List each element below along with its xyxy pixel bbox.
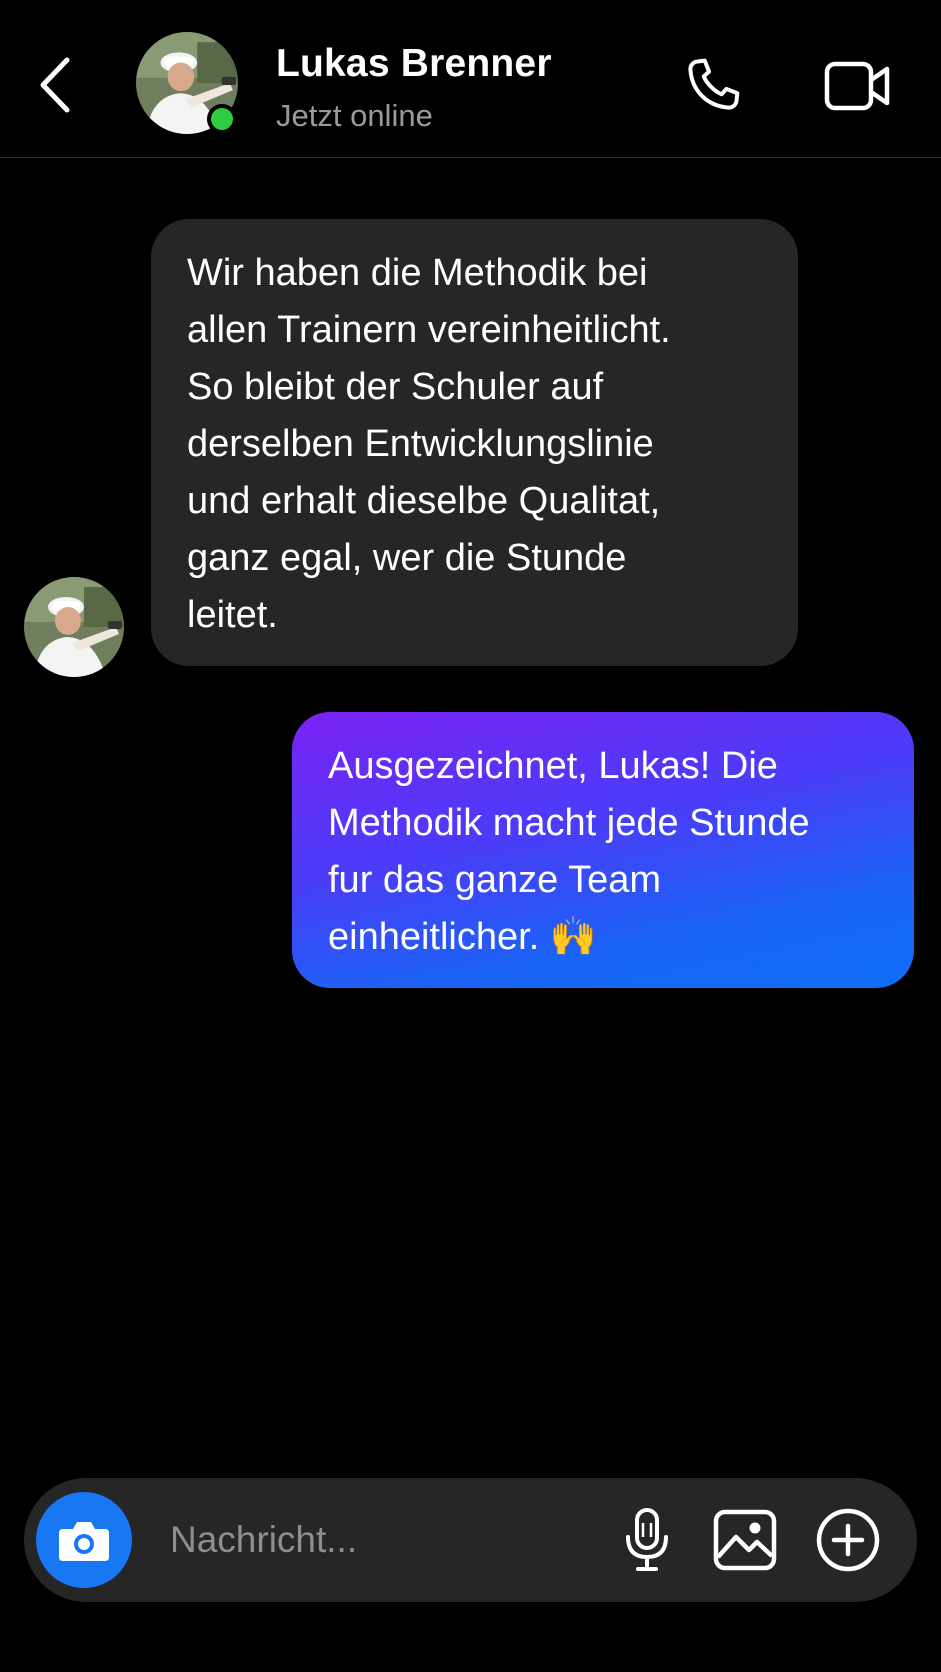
video-camera-icon: [824, 61, 890, 111]
phone-icon: [688, 58, 740, 110]
online-indicator: [207, 104, 237, 134]
camera-icon: [59, 1522, 109, 1561]
avatar-photo-small: [24, 577, 124, 677]
chat-screen: Lukas Brenner Jetzt online Wir haben die…: [0, 0, 941, 1672]
more-options-button[interactable]: [810, 1502, 886, 1578]
outgoing-message-bubble[interactable]: Ausgezeichnet, Lukas! Die Methodik macht…: [292, 712, 914, 988]
plus-circle-icon: [816, 1508, 880, 1572]
message-input[interactable]: [170, 1508, 590, 1572]
back-button[interactable]: [30, 50, 80, 120]
chevron-left-icon: [40, 57, 70, 113]
camera-button[interactable]: [36, 1492, 132, 1588]
contact-status: Jetzt online: [276, 98, 433, 133]
video-call-button[interactable]: [820, 50, 896, 122]
contact-name[interactable]: Lukas Brenner: [276, 42, 552, 86]
microphone-icon: [626, 1508, 668, 1571]
image-icon: [713, 1509, 777, 1571]
voice-call-button[interactable]: [676, 50, 748, 122]
message-composer: [24, 1478, 917, 1602]
voice-message-button[interactable]: [611, 1504, 683, 1576]
incoming-message-bubble[interactable]: Wir haben die Methodik bei allen Trainer…: [151, 219, 798, 666]
gallery-button[interactable]: [708, 1504, 782, 1576]
sender-avatar[interactable]: [24, 577, 124, 677]
chat-header: Lukas Brenner Jetzt online: [0, 0, 941, 158]
